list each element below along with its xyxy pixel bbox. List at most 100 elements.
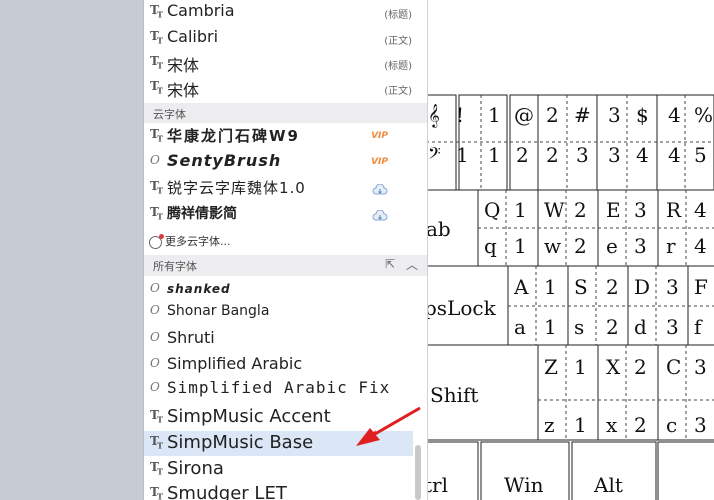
opentype-icon: O	[150, 153, 160, 167]
font-item-name: Sirona	[167, 458, 224, 479]
key-label: 𝄞	[428, 103, 440, 128]
more-cloud-fonts-link[interactable]: 更多云字体...	[149, 233, 231, 249]
key-label: d	[634, 315, 647, 339]
cloud-font-item[interactable]: TT 腾祥倩影简	[144, 202, 414, 227]
key-label: 4	[636, 143, 649, 167]
font-item[interactable]: TT Smudger LET	[144, 482, 414, 500]
opentype-icon: O	[150, 356, 160, 370]
font-item[interactable]: O Shonar Bangla	[144, 300, 414, 325]
font-item-name: 锐字云字库魏体1.0	[167, 179, 306, 197]
key-label: 4	[668, 143, 681, 167]
scrollbar-thumb[interactable]	[415, 445, 421, 500]
key-label: 3	[634, 234, 647, 258]
cloud-font-item[interactable]: TT 锐字云字库魏体1.0	[144, 176, 414, 201]
font-item[interactable]: TT Cambria (标题)	[144, 0, 414, 25]
key-label: $	[636, 103, 649, 127]
font-item-tag: (标题)	[384, 10, 412, 21]
key-label: s	[574, 315, 584, 339]
font-item-name: Cambria	[167, 1, 235, 20]
key-label: 5	[694, 143, 707, 167]
font-item-name: Simplified Arabic	[167, 354, 303, 373]
truetype-icon: TT	[150, 408, 163, 425]
key-label: 1	[574, 355, 587, 379]
key-label: X	[606, 355, 621, 379]
font-item-name: Calibri	[167, 27, 219, 46]
cloud-download-icon[interactable]	[372, 181, 388, 200]
key-label: 3	[608, 103, 621, 127]
cloud-fonts-section-header: 云字体	[144, 103, 427, 123]
key-label: a	[514, 315, 526, 339]
key-shift-label: Shift	[430, 383, 478, 407]
key-label: Z	[544, 355, 558, 379]
font-item-name: 宋体	[167, 56, 200, 75]
keyboard-table: 𝄞 ! 1 @ 2 # 3 $ 4 % 𝄢 1 1 2 2 3 3 4 4 5	[426, 94, 714, 500]
font-item-tag: (正文)	[384, 36, 412, 47]
font-item-tag: (正文)	[384, 86, 412, 97]
section-title: 云字体	[153, 108, 186, 121]
key-ctrl-label: trl	[426, 473, 448, 497]
key-label: D	[634, 275, 650, 299]
key-label: !	[456, 103, 464, 127]
font-item-name: shanked	[167, 282, 231, 296]
more-icon	[149, 233, 164, 249]
key-label: c	[666, 413, 677, 437]
key-label: 2	[516, 143, 529, 167]
font-item-name: SimpMusic Accent	[167, 406, 331, 427]
key-label: 3	[634, 198, 647, 222]
truetype-icon: TT	[150, 460, 163, 477]
key-label: 2	[634, 355, 647, 379]
key-label: 4	[694, 198, 707, 222]
key-label: 4	[668, 103, 681, 127]
font-item-name: Shonar Bangla	[167, 303, 270, 319]
key-label: W	[544, 198, 565, 222]
chevron-up-icon[interactable]: ︿	[406, 256, 418, 273]
truetype-icon: TT	[150, 434, 163, 451]
pin-icon[interactable]: ⇱	[385, 257, 395, 271]
key-label: @	[514, 103, 534, 127]
truetype-icon: TT	[150, 485, 163, 500]
key-label: 1	[488, 103, 501, 127]
key-label: 2	[546, 103, 559, 127]
font-item-name: Smudger LET	[167, 483, 287, 500]
truetype-icon: TT	[150, 54, 163, 71]
left-gray-area	[0, 0, 145, 500]
document-canvas[interactable]: 𝄞 ! 1 @ 2 # 3 $ 4 % 𝄢 1 1 2 2 3 3 4 4 5	[426, 0, 714, 500]
key-label: x	[606, 413, 618, 437]
key-label: 2	[634, 413, 647, 437]
cloud-download-icon[interactable]	[372, 207, 388, 226]
key-label: 1	[574, 413, 587, 437]
font-item[interactable]: O Simplified Arabic Fix	[144, 377, 414, 402]
font-item[interactable]: O Shruti	[144, 327, 414, 352]
font-item[interactable]: TT Sirona	[144, 457, 414, 482]
truetype-icon: TT	[150, 179, 163, 196]
truetype-icon: TT	[150, 79, 163, 96]
font-item-tag: (标题)	[384, 61, 412, 72]
opentype-icon: O	[150, 330, 160, 344]
key-label: 3	[576, 143, 589, 167]
key-label: C	[666, 355, 681, 379]
more-label: 更多云字体...	[165, 235, 231, 248]
key-label: %	[694, 103, 713, 127]
key-tab-label: ab	[426, 217, 451, 241]
font-item[interactable]: O Simplified Arabic	[144, 353, 414, 378]
opentype-icon: O	[150, 380, 160, 394]
key-label: 2	[606, 275, 619, 299]
font-item[interactable]: TT Calibri (正文)	[144, 26, 414, 51]
key-label: 2	[546, 143, 559, 167]
key-label: q	[484, 234, 497, 258]
opentype-icon: O	[150, 303, 160, 317]
vip-badge: VIP	[371, 131, 388, 141]
key-label: 𝄢	[428, 143, 441, 167]
truetype-icon: TT	[150, 205, 163, 222]
key-label: e	[606, 234, 618, 258]
key-label: 1	[488, 143, 501, 167]
key-alt-label: Alt	[593, 473, 623, 497]
all-fonts-section-header: 所有字体 ⇱ ︿	[144, 255, 427, 276]
key-label: 3	[694, 355, 707, 379]
cloud-font-item[interactable]: TT 华康龙门石碑W9 VIP	[144, 124, 414, 149]
font-item[interactable]: TT 宋体 (正文)	[144, 76, 414, 101]
cloud-font-item[interactable]: O SentyBrush VIP	[144, 150, 414, 175]
font-item[interactable]: TT 宋体 (标题)	[144, 51, 414, 76]
key-capslock-label: psLock	[426, 296, 497, 320]
key-label: 1	[456, 143, 469, 167]
